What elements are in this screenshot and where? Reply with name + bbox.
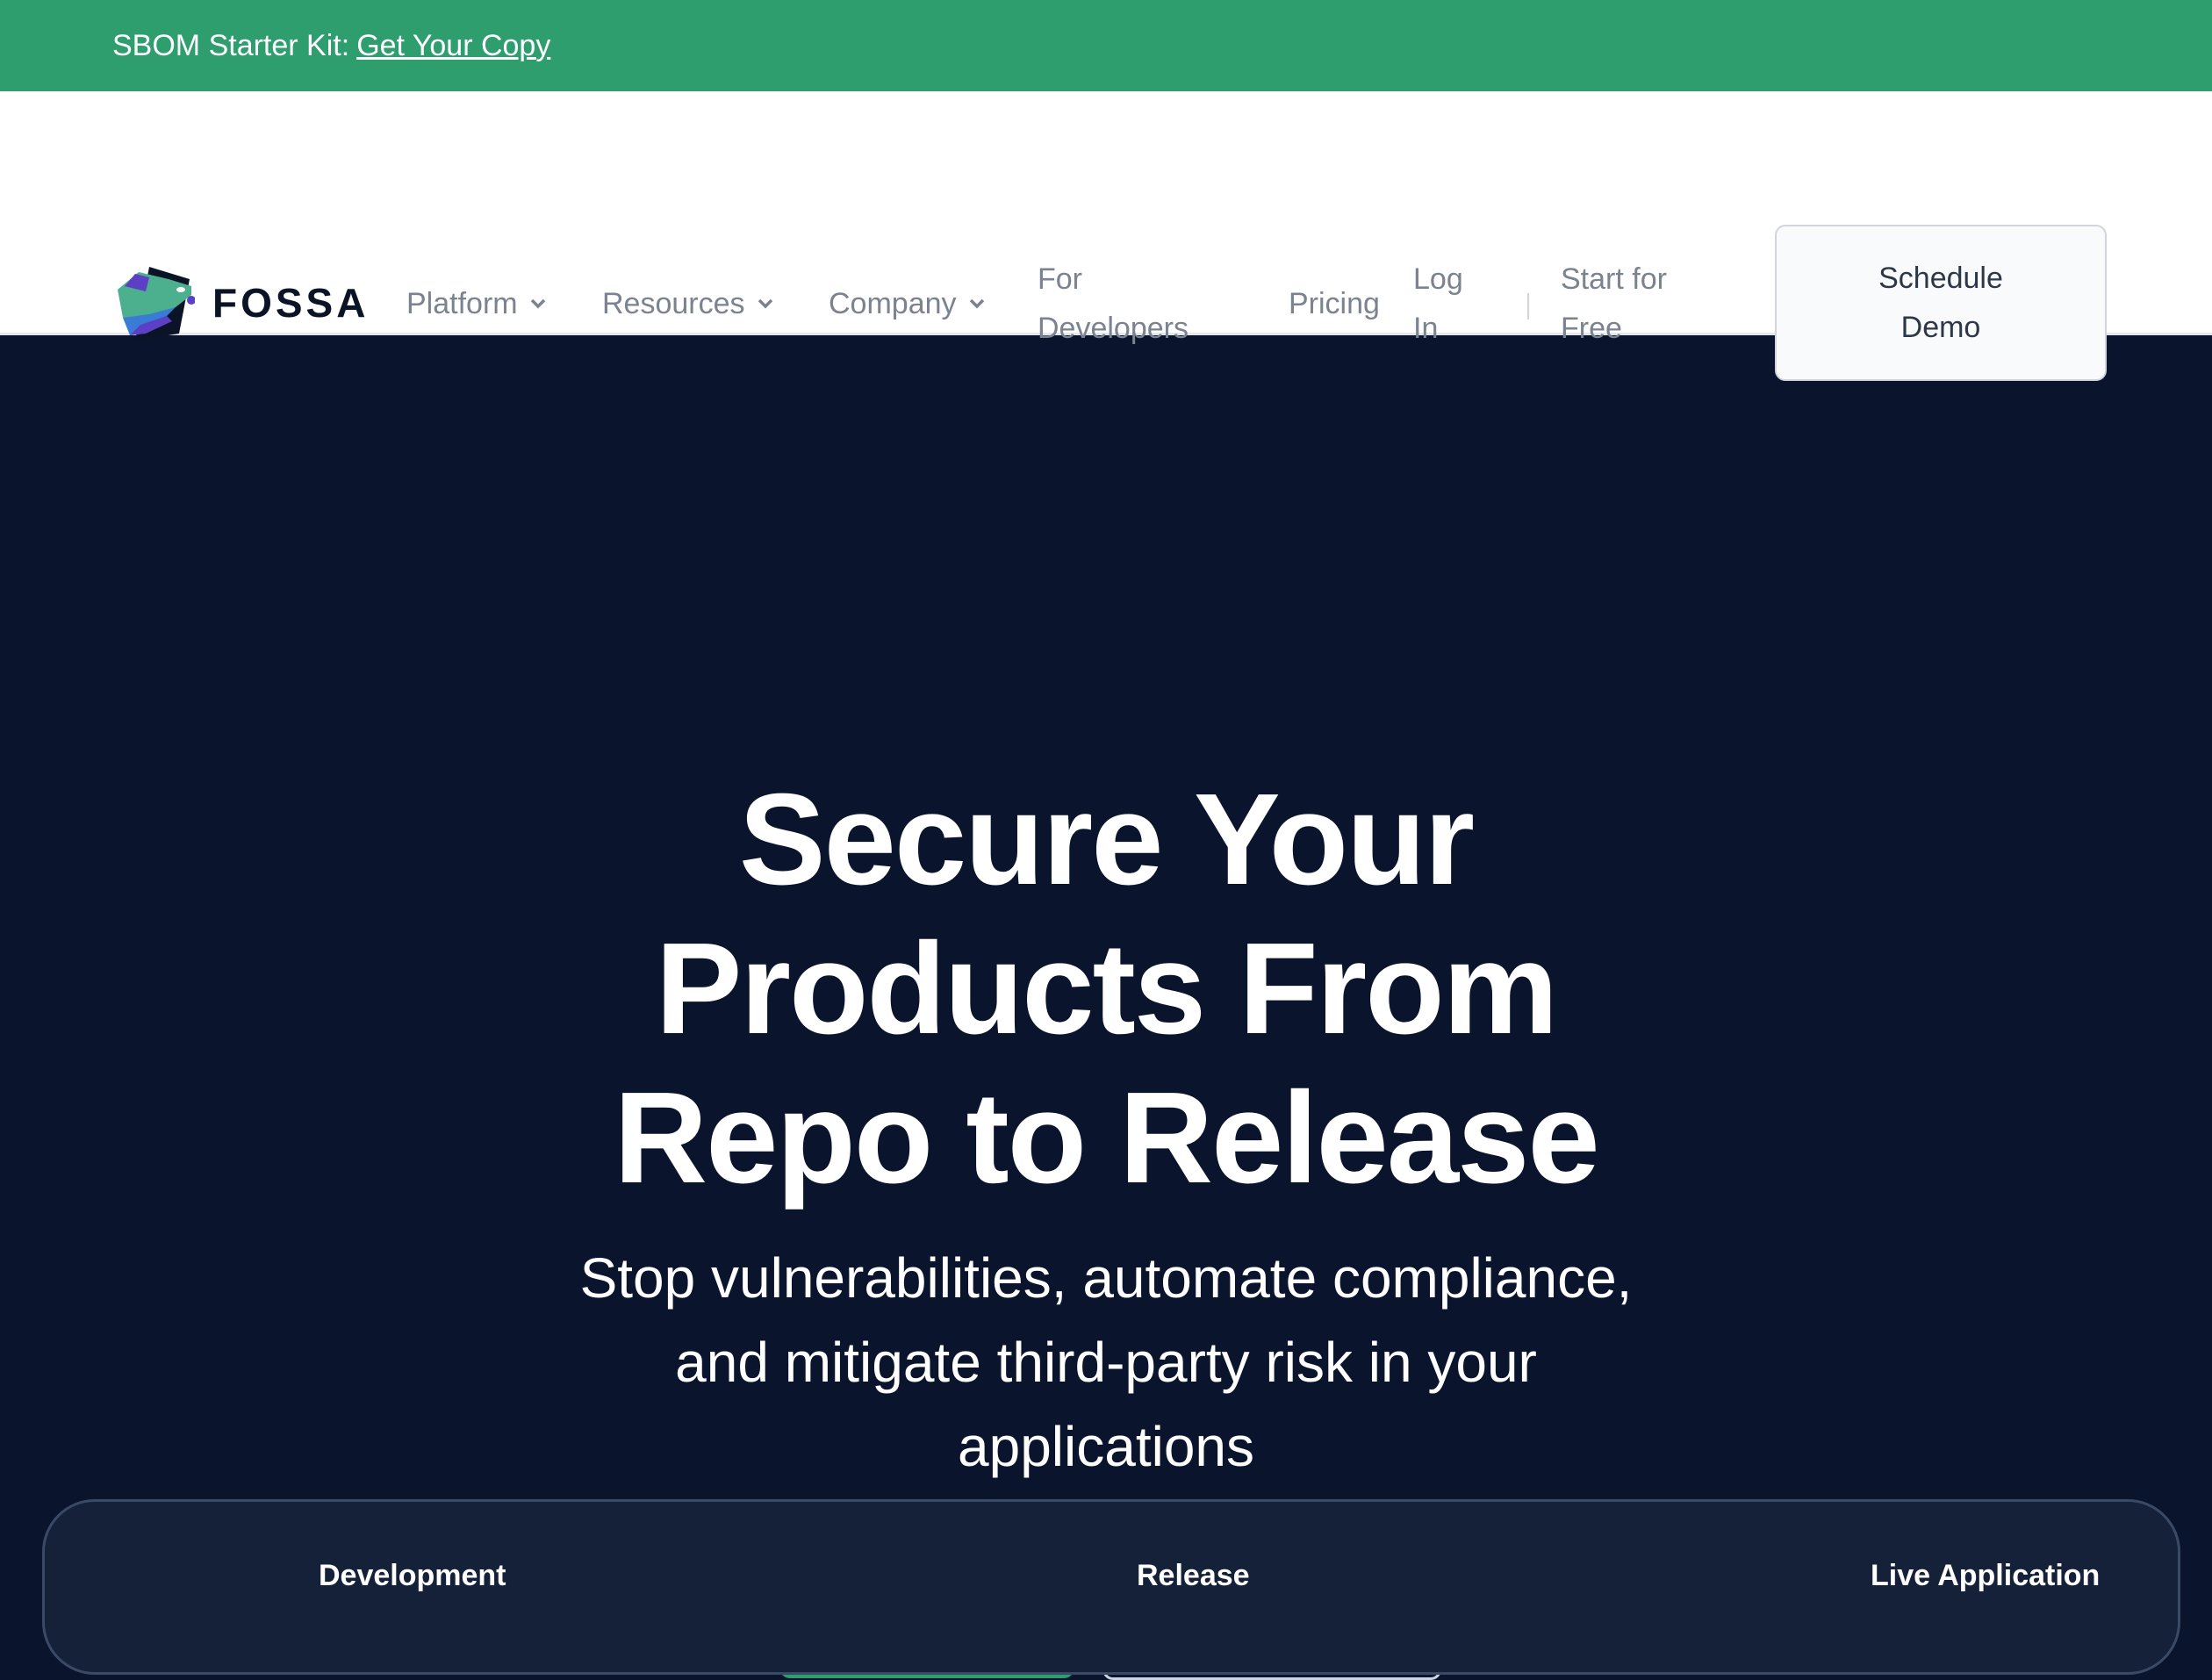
logo-wordmark: FOSSA [212, 280, 370, 326]
hero-subtitle-line: and mitigate third-party risk in your [675, 1331, 1537, 1394]
nav-log-in-line1: Log [1413, 262, 1463, 296]
nav-divider [1527, 293, 1529, 319]
pipeline-panel: Development Release Live Application [42, 1499, 2180, 1675]
schedule-demo-line1: Schedule [1878, 262, 2003, 295]
header-schedule-demo-button[interactable]: Schedule Demo [1775, 225, 2107, 381]
hero-title-line: Repo to Release [614, 1066, 1599, 1210]
nav-pricing[interactable]: Pricing [1289, 279, 1380, 328]
nav-company-label: Company [829, 287, 957, 320]
hero-subtitle-line: applications [958, 1415, 1254, 1478]
hero-title-line: Products From [655, 916, 1559, 1061]
hero-title-line: Secure Your [738, 767, 1475, 912]
stage-live-application: Live Application [1871, 1559, 2101, 1592]
nav-for-developers-line1: For [1038, 262, 1082, 296]
site-header: FOSSA Platform Resources Company For Dev… [0, 91, 2212, 381]
fossa-logo[interactable]: FOSSA [114, 263, 369, 342]
schedule-demo-line2: Demo [1900, 311, 1981, 344]
nav-platform-label: Platform [406, 287, 518, 320]
nav-log-in-line2: In [1413, 312, 1439, 345]
nav-log-in[interactable]: Log In [1413, 255, 1463, 353]
stage-development: Development [319, 1559, 506, 1592]
nav-start-for-free-line1: Start for [1561, 262, 1667, 296]
nav-resources[interactable]: Resources [602, 279, 775, 328]
stage-release: Release [1137, 1559, 1250, 1592]
get-your-copy-link[interactable]: Get Your Copy [356, 29, 550, 63]
hero-title: Secure Your Products From Repo to Releas… [0, 765, 2212, 1213]
chevron-down-icon [530, 298, 545, 309]
nav-for-developers[interactable]: For Developers [1038, 255, 1189, 353]
hero-subtitle-line: Stop vulnerabilities, automate complianc… [579, 1246, 1633, 1310]
nav-resources-label: Resources [602, 287, 745, 320]
nav-start-for-free-line2: Free [1561, 312, 1622, 345]
nav-platform[interactable]: Platform [406, 279, 548, 328]
announcement-bar: SBOM Starter Kit: Get Your Copy [0, 0, 2212, 91]
nav-pricing-label: Pricing [1289, 287, 1380, 320]
nav-start-for-free[interactable]: Start for Free [1561, 255, 1667, 353]
chevron-down-icon [969, 298, 984, 309]
chevron-down-icon [758, 298, 772, 309]
nav-company[interactable]: Company [829, 279, 987, 328]
hero-subtitle: Stop vulnerabilities, automate complianc… [0, 1236, 2212, 1489]
nav-for-developers-line2: Developers [1038, 312, 1189, 345]
announcement-text: SBOM Starter Kit: [112, 28, 350, 62]
fossa-bear-icon [118, 267, 195, 341]
